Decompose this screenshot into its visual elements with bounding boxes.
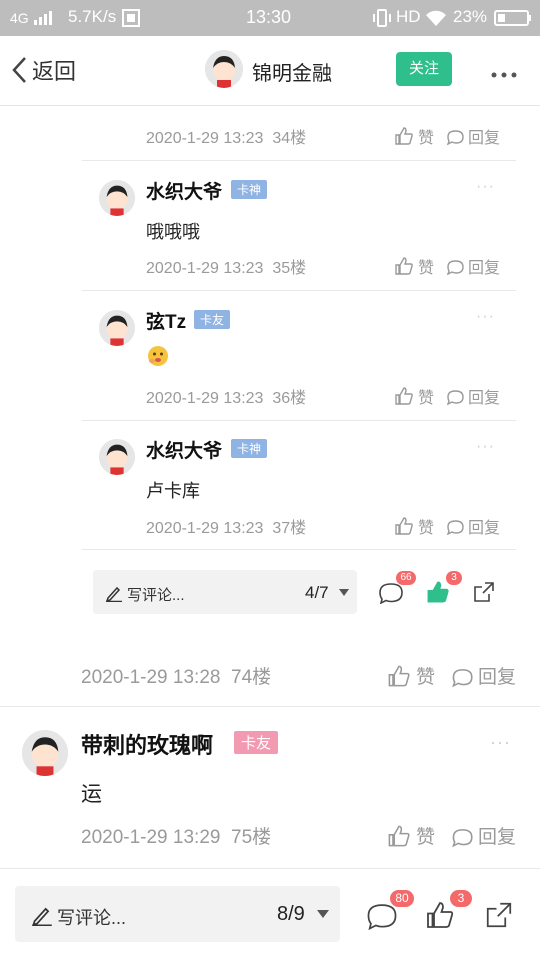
battery-percent: 23% xyxy=(453,7,488,26)
reply-button[interactable]: 回复 xyxy=(446,124,500,148)
comment-icon xyxy=(446,260,464,275)
vibrate-icon xyxy=(372,8,392,33)
thumb-up-icon xyxy=(388,665,410,686)
reply-button[interactable]: 回复 xyxy=(451,822,516,849)
back-button[interactable]: 返回 xyxy=(10,54,76,86)
user-avatar[interactable] xyxy=(99,180,135,216)
more-options-icon[interactable]: ··· xyxy=(476,178,495,196)
reply-floor: 34楼 xyxy=(272,130,307,147)
like-button[interactable]: 赞 xyxy=(394,254,434,278)
user-avatar[interactable] xyxy=(99,439,135,475)
status-bar: 4G 5.7K/s 13:30 HD 23% xyxy=(0,0,540,36)
divider xyxy=(82,420,516,421)
reply-time: 2020-1-29 13:23 xyxy=(146,130,264,147)
page-indicator[interactable]: 4/7 xyxy=(305,583,329,603)
comment-count-badge: 66 xyxy=(396,571,416,585)
like-button[interactable]: 赞 xyxy=(394,514,434,538)
share-icon xyxy=(474,582,494,602)
reply-button[interactable]: 回复 xyxy=(451,662,516,689)
reply-meta: 2020-1-29 13:23 35楼 xyxy=(146,260,307,277)
reply-meta: 2020-1-29 13:23 36楼 xyxy=(146,390,307,407)
comment-icon xyxy=(452,828,473,847)
user-avatar[interactable] xyxy=(99,310,135,346)
more-options-icon[interactable]: ··· xyxy=(476,438,495,456)
pencil-icon xyxy=(105,586,122,602)
nav-bar: 返回 锦明金融 关注 xyxy=(0,36,540,106)
wifi-icon xyxy=(424,8,448,33)
comment-icon xyxy=(446,130,464,145)
reply-button[interactable]: 回复 xyxy=(446,254,500,278)
divider xyxy=(0,706,540,707)
chevron-left-icon xyxy=(12,57,26,83)
thread-comment-input[interactable]: 写评论... 4/7 xyxy=(93,570,357,614)
battery-icon xyxy=(494,10,532,31)
post-text: 运 xyxy=(81,783,102,806)
like-button[interactable]: 赞 xyxy=(394,124,434,148)
more-options-icon[interactable]: ··· xyxy=(476,308,495,326)
thumb-up-icon xyxy=(388,825,410,846)
caret-down-icon[interactable] xyxy=(317,910,329,918)
network-speed: 5.7K/s xyxy=(68,7,117,26)
reply-meta: 2020-1-29 13:23 37楼 xyxy=(146,520,307,537)
like-button[interactable]: 赞 xyxy=(394,384,434,408)
follow-button[interactable]: 关注 xyxy=(396,52,452,86)
share-button[interactable] xyxy=(484,900,514,935)
screenshot-icon xyxy=(122,9,140,32)
emoji-icon xyxy=(146,344,170,373)
like-toggle[interactable] xyxy=(426,580,450,609)
like-button[interactable]: 赞 xyxy=(387,822,435,849)
thumb-up-icon xyxy=(427,581,449,603)
page-indicator[interactable]: 8/9 xyxy=(277,903,305,926)
reply-button[interactable]: 回复 xyxy=(446,384,500,408)
post-meta: 2020-1-29 13:28 74楼 xyxy=(81,667,272,688)
like-button[interactable]: 赞 xyxy=(387,662,435,689)
divider xyxy=(82,549,516,550)
reply-meta: 2020-1-29 13:23 34楼 xyxy=(146,124,306,148)
user-badge: 卡神 xyxy=(231,439,268,458)
comment-input[interactable]: 写评论... 8/9 xyxy=(15,886,340,942)
more-icon[interactable] xyxy=(490,66,518,84)
divider xyxy=(82,290,516,291)
caret-down-icon[interactable] xyxy=(339,589,349,596)
comment-icon xyxy=(446,520,464,535)
username[interactable]: 带刺的玫瑰啊 xyxy=(81,728,213,760)
network-type: 4G xyxy=(10,10,29,26)
username[interactable]: 水织大爷 xyxy=(146,177,222,204)
reply-text: 哦哦哦 xyxy=(146,222,200,242)
more-options-icon[interactable]: ··· xyxy=(490,732,511,753)
divider xyxy=(82,160,516,161)
like-toggle[interactable] xyxy=(425,900,455,935)
reply-button[interactable]: 回复 xyxy=(446,514,500,538)
like-count-badge: 3 xyxy=(446,571,462,585)
clock: 13:30 xyxy=(246,7,292,27)
thumb-up-icon xyxy=(395,257,413,275)
share-icon xyxy=(486,902,512,928)
user-badge: 卡友 xyxy=(194,310,231,329)
back-label: 返回 xyxy=(32,59,77,84)
user-avatar[interactable] xyxy=(22,730,68,776)
page-title: 锦明金融 xyxy=(252,63,332,85)
comment-placeholder: 写评论... xyxy=(57,908,127,928)
user-badge: 卡友 xyxy=(234,731,279,754)
reply-text: 卢卡库 xyxy=(146,481,200,501)
pencil-icon xyxy=(32,907,52,926)
username[interactable]: 弦Tz xyxy=(146,307,186,334)
like-count-badge: 3 xyxy=(450,890,472,907)
thumb-up-icon xyxy=(427,902,454,928)
post-meta: 2020-1-29 13:29 75楼 xyxy=(81,827,272,848)
thumb-up-icon xyxy=(395,517,413,535)
comment-placeholder: 写评论... xyxy=(127,587,185,604)
author-avatar[interactable] xyxy=(205,50,243,88)
comment-icon xyxy=(446,390,464,405)
thumb-up-icon xyxy=(395,387,413,405)
comment-count-badge: 80 xyxy=(390,890,414,907)
signal-icon xyxy=(34,10,60,30)
thumb-up-icon xyxy=(395,127,413,145)
comment-icon xyxy=(452,668,473,687)
hd-label: HD xyxy=(396,7,421,26)
username[interactable]: 水织大爷 xyxy=(146,436,222,463)
user-badge: 卡神 xyxy=(231,180,268,199)
share-button[interactable] xyxy=(472,580,496,609)
